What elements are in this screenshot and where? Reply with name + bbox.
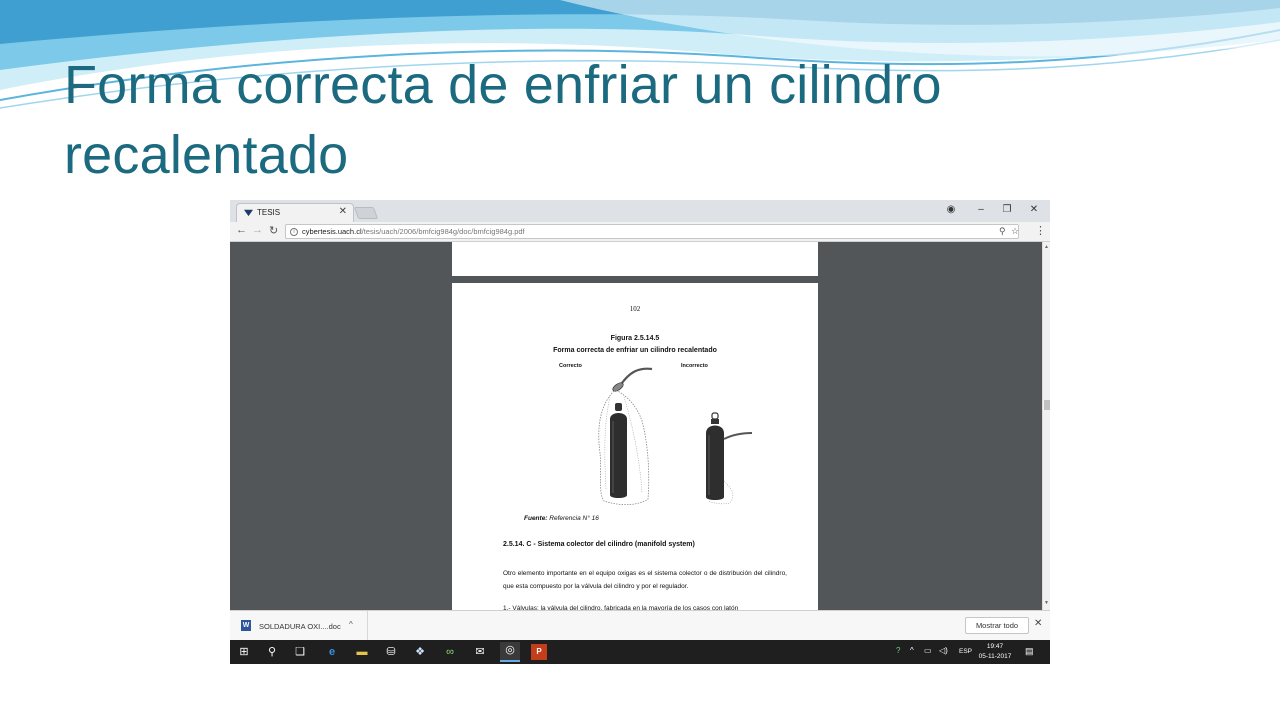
tab-bar: TESIS ✕ ◉ – ❐ ✕ [230,200,1050,222]
windows-start-icon[interactable]: ⊞ [236,644,252,660]
infinity-app-icon[interactable]: ∞ [442,644,458,660]
edge-icon[interactable]: e [324,644,340,660]
vertical-scrollbar[interactable]: ▲ ▼ [1042,242,1050,610]
chevron-up-icon[interactable]: ^ [349,620,353,629]
figure-source: Fuente: Referencia N° 16 [524,515,599,522]
bookmark-star-icon[interactable]: ☆ [1011,226,1019,237]
language-indicator[interactable]: ESP [959,648,972,655]
windows-taskbar: ⊞ ⚲ ❑ e ▬ ⛁ ❖ ∞ ✉ ◎ P ? ^ ▭ ◁) ESP 19:47… [230,640,1050,664]
download-file-name: SOLDADURA OXI....doc [259,622,341,631]
reload-icon[interactable]: ↻ [269,224,278,237]
browser-toolbar: ← → ↻ i cybertesis.uach.cl/tesis/uach/20… [230,222,1050,242]
show-all-button[interactable]: Mostrar todo [965,617,1029,634]
tab-title: TESIS [257,208,281,217]
restore-icon[interactable]: ❐ [999,204,1015,215]
paragraph-partial: 1.- Válvulas: la válvula del cilindro, f… [503,605,739,610]
figure-title: Forma correcta de enfriar un cilindro re… [553,347,717,354]
volume-icon[interactable]: ◁) [939,646,948,655]
word-file-icon: W [241,620,251,631]
back-icon[interactable]: ← [236,224,247,236]
minimize-icon[interactable]: – [973,204,989,215]
tab-tesis[interactable]: TESIS ✕ [236,203,354,222]
browser-screenshot: TESIS ✕ ◉ – ❐ ✕ ← → ↻ i cybertesis.uach.… [230,200,1050,664]
figure-number: Figura 2.5.14.5 [610,335,660,342]
cylinder-cooling-illustration [598,367,752,505]
pdf-page-previous [452,242,818,276]
scroll-down-icon[interactable]: ▼ [1044,600,1049,606]
help-icon[interactable]: ? [896,646,900,655]
clock[interactable]: 19:47 05-11-2017 [978,642,1012,662]
close-downloads-icon[interactable]: ✕ [1034,618,1042,629]
pdf-page: 102 Figura 2.5.14.5 Forma correcta de en… [452,283,818,610]
downloads-bar: W SOLDADURA OXI....doc ^ Mostrar todo ✕ [230,610,1050,640]
forward-icon[interactable]: → [252,224,263,236]
chrome-icon[interactable]: ◎ [500,642,520,662]
powerpoint-icon[interactable]: P [531,644,547,660]
close-window-icon[interactable]: ✕ [1026,204,1042,215]
page-number: 102 [629,305,641,313]
store-icon[interactable]: ⛁ [383,644,399,660]
mail-icon[interactable]: ✉ [472,644,488,660]
url-text[interactable]: cybertesis.uach.cl/tesis/uach/2006/bmfci… [302,227,525,236]
download-item[interactable]: W SOLDADURA OXI....doc ^ [230,611,368,640]
slide-title: Forma correcta de enfriar un cilindro re… [64,55,942,185]
label-incorrect: Incorrecto [681,363,708,369]
info-icon[interactable]: i [290,228,298,236]
paragraph: Otro elemento importante en el equipo ox… [503,570,787,590]
battery-icon[interactable]: ▭ [924,646,932,655]
scroll-thumb[interactable] [1044,400,1050,410]
label-correct: Correcto [559,363,582,369]
menu-kebab-icon[interactable]: ⋮ [1035,224,1046,237]
address-bar[interactable]: i cybertesis.uach.cl/tesis/uach/2006/bmf… [285,224,1019,239]
task-view-icon[interactable]: ❑ [292,644,308,660]
profile-icon[interactable]: ◉ [943,204,959,215]
new-tab-button[interactable] [353,207,379,219]
show-hidden-icon[interactable]: ^ [910,646,914,655]
tab-close-icon[interactable]: ✕ [339,206,347,217]
site-favicon-icon [244,209,253,217]
section-heading: 2.5.14. C - Sistema colector del cilindr… [503,541,695,548]
dropbox-icon[interactable]: ❖ [412,644,428,660]
notifications-icon[interactable]: ▤ [1025,646,1034,657]
file-explorer-icon[interactable]: ▬ [354,644,370,660]
search-icon[interactable]: ⚲ [264,644,280,660]
zoom-search-icon[interactable]: ⚲ [999,226,1006,237]
scroll-up-icon[interactable]: ▲ [1044,244,1049,250]
